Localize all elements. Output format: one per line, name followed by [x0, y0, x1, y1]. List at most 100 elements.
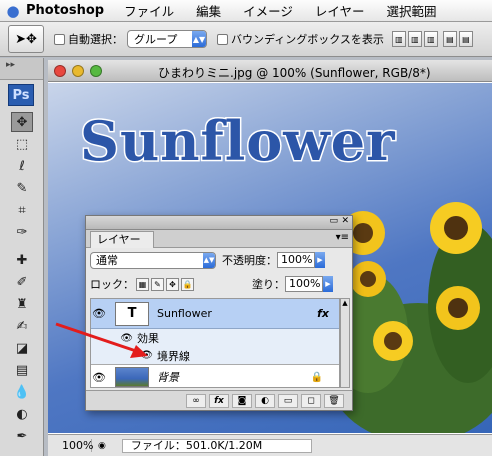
panel-menu-icon[interactable]: ▾≡: [336, 232, 349, 243]
align-top-button[interactable]: ▥: [391, 31, 406, 47]
align-left-button[interactable]: ▤: [442, 31, 457, 47]
lock-icon: 🔒: [310, 371, 323, 383]
lock-all-icon[interactable]: 🔒: [181, 277, 194, 291]
document-title: ひまわりミニ.jpg @ 100% (Sunflower, RGB/8*): [158, 66, 431, 80]
collapse-icon[interactable]: ▭: [329, 216, 338, 226]
lock-fill-row: ロック： ▦ ✎ ✥ 🔒 塗り： 100% ▶: [90, 274, 350, 294]
minimize-window-icon[interactable]: [72, 64, 84, 77]
document-title-bar[interactable]: ひまわりミニ.jpg @ 100% (Sunflower, RGB/8*): [48, 60, 492, 82]
dodge-tool-icon[interactable]: ◐: [11, 404, 33, 424]
menu-layer[interactable]: レイヤー: [315, 1, 365, 20]
auto-select-label: 自動選択：: [68, 33, 123, 46]
layer-row-sunflower[interactable]: 👁 T Sunflower fx: [91, 299, 339, 329]
sunflower-4: [436, 286, 480, 330]
menu-edit[interactable]: 編集: [196, 1, 221, 20]
zoom-level[interactable]: 100%: [48, 439, 93, 452]
brush-tool-icon[interactable]: ✐: [11, 272, 33, 292]
lock-transparent-icon[interactable]: ▦: [136, 277, 149, 291]
tool-preset-picker[interactable]: ➤✥: [8, 25, 44, 53]
status-menu-icon[interactable]: ◉: [98, 441, 106, 451]
blend-mode-value: 通常: [96, 253, 118, 267]
options-bar: ➤✥ 自動選択： グループ ▲▼ バウンディングボックスを表示 ▥ ▥ ▥ ▤ …: [0, 22, 492, 57]
document-status-bar: 100% ◉ ファイル：501.0K/1.20M: [48, 434, 492, 456]
layer-list-scrollbar[interactable]: ▲: [340, 298, 350, 388]
sunflower-2: [430, 202, 482, 254]
bounding-box-checkbox[interactable]: [217, 33, 228, 45]
chevron-down-icon: ▲▼: [192, 31, 206, 47]
add-style-icon[interactable]: fx: [209, 393, 229, 408]
menu-file[interactable]: ファイル: [124, 1, 174, 20]
menu-image[interactable]: イメージ: [243, 1, 293, 20]
lock-position-icon[interactable]: ✥: [166, 277, 179, 291]
stroke-eye-icon[interactable]: 👁: [91, 350, 153, 361]
fill-slider-button[interactable]: ▶: [323, 276, 333, 292]
link-layers-icon[interactable]: ∞: [186, 393, 206, 408]
align-vcenter-button[interactable]: ▥: [407, 31, 422, 47]
eraser-tool-icon[interactable]: ◪: [11, 338, 33, 358]
layer-name: 背景: [157, 371, 179, 384]
layers-panel-header[interactable]: ▭ ✕: [86, 216, 352, 230]
tools-panel: ▸▸ Ps ✥ ⬚ ℓ ✎ ⌗ ✑ ✚ ✐ ♜ ✍ ◪ ▤ 💧 ◐ ✒: [0, 58, 44, 456]
background-thumbnail: [115, 367, 149, 387]
layer-name: Sunflower: [157, 307, 212, 320]
visibility-eye-icon[interactable]: 👁: [91, 371, 107, 384]
healing-brush-tool-icon[interactable]: ✚: [11, 250, 33, 270]
new-layer-icon[interactable]: ◻: [301, 393, 321, 408]
fx-icon[interactable]: fx: [317, 307, 329, 320]
scroll-up-icon[interactable]: ▲: [341, 299, 349, 307]
align-hcenter-button[interactable]: ▤: [458, 31, 473, 47]
panel-grip[interactable]: ▸▸: [0, 58, 43, 80]
add-mask-icon[interactable]: ◙: [232, 393, 252, 408]
blur-tool-icon[interactable]: 💧: [11, 382, 33, 402]
blend-opacity-row: 通常 ▲▼ 不透明度： 100% ▶: [90, 250, 350, 270]
layers-tab-bar: レイヤー ✕ ▾≡: [86, 230, 352, 261]
align-bottom-button[interactable]: ▥: [423, 31, 438, 47]
layer-row-stroke[interactable]: 👁 境界線: [91, 347, 339, 365]
layer-row-background[interactable]: 👁 背景 🔒: [91, 365, 339, 389]
layer-row-effects[interactable]: 👁 効果: [91, 329, 339, 347]
layers-panel-footer: ∞ fx ◙ ◐ ▭ ◻ 🗑: [86, 390, 352, 410]
marquee-tool-icon[interactable]: ⬚: [11, 134, 33, 154]
auto-select-value: グループ: [134, 33, 178, 46]
menu-bar: ● Photoshop ファイル 編集 イメージ レイヤー 選択範囲: [0, 0, 492, 22]
menu-select[interactable]: 選択範囲: [387, 1, 437, 20]
move-tool-icon[interactable]: ✥: [11, 112, 33, 132]
clone-stamp-tool-icon[interactable]: ♜: [11, 294, 33, 314]
fill-field[interactable]: 100%: [285, 276, 323, 292]
tab-layers[interactable]: レイヤー ✕: [90, 231, 154, 261]
new-group-icon[interactable]: ▭: [278, 393, 298, 408]
delete-layer-icon[interactable]: 🗑: [324, 393, 344, 408]
history-brush-tool-icon[interactable]: ✍: [11, 316, 33, 336]
move-tool-icon: ➤✥: [15, 31, 37, 47]
close-icon[interactable]: ✕: [341, 216, 349, 226]
auto-select-dropdown[interactable]: グループ ▲▼: [127, 30, 207, 48]
auto-select-checkbox[interactable]: [54, 33, 65, 45]
chevron-down-icon: ▲▼: [203, 252, 215, 268]
zoom-window-icon[interactable]: [90, 64, 102, 77]
close-window-icon[interactable]: [54, 64, 66, 77]
canvas-text-sunflower: Sunflower: [79, 108, 397, 175]
file-info[interactable]: ファイル：501.0K/1.20M: [121, 438, 312, 453]
layers-panel: ▭ ✕ レイヤー ✕ ▾≡ 通常 ▲▼ 不透明度： 100% ▶ ロック： ▦ …: [85, 215, 353, 411]
photoshop-logo[interactable]: Ps: [8, 84, 34, 106]
stroke-effect-label: 境界線: [157, 349, 190, 363]
app-menu[interactable]: Photoshop: [26, 3, 104, 18]
sunflower-5: [373, 321, 413, 361]
sunflower-3: [350, 261, 386, 297]
adjustment-layer-icon[interactable]: ◐: [255, 393, 275, 408]
effects-label: 効果: [137, 332, 159, 345]
effects-eye-icon[interactable]: 👁: [91, 333, 133, 344]
blend-mode-dropdown[interactable]: 通常 ▲▼: [90, 251, 216, 269]
gradient-tool-icon[interactable]: ▤: [11, 360, 33, 380]
lasso-tool-icon[interactable]: ℓ: [11, 156, 33, 176]
apple-icon[interactable]: ●: [0, 2, 26, 20]
opacity-field[interactable]: 100%: [277, 252, 315, 268]
crop-tool-icon[interactable]: ⌗: [11, 200, 33, 220]
pen-tool-icon[interactable]: ✒: [11, 426, 33, 446]
magic-wand-tool-icon[interactable]: ✎: [11, 178, 33, 198]
opacity-slider-button[interactable]: ▶: [315, 252, 325, 268]
visibility-eye-icon[interactable]: 👁: [91, 307, 107, 320]
eyedropper-tool-icon[interactable]: ✑: [11, 222, 33, 242]
lock-image-icon[interactable]: ✎: [151, 277, 164, 291]
tab-layers-label: レイヤー: [97, 233, 141, 246]
